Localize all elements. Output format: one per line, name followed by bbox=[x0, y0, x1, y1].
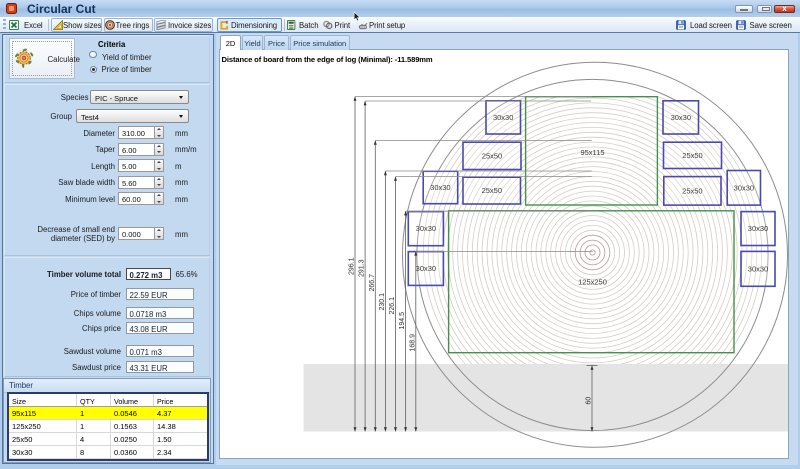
svg-text:30x30: 30x30 bbox=[416, 224, 436, 233]
svg-text:30x30: 30x30 bbox=[748, 224, 768, 233]
svg-text:25x50: 25x50 bbox=[482, 186, 502, 195]
svg-text:230.1: 230.1 bbox=[379, 293, 386, 311]
svg-text:30x30: 30x30 bbox=[416, 264, 436, 273]
svg-text:30x30: 30x30 bbox=[430, 183, 450, 192]
svg-text:296.1: 296.1 bbox=[349, 257, 356, 275]
svg-text:291.3: 291.3 bbox=[359, 259, 366, 277]
svg-text:266.7: 266.7 bbox=[369, 274, 376, 292]
svg-text:168.9: 168.9 bbox=[409, 334, 416, 352]
svg-text:25x50: 25x50 bbox=[482, 151, 502, 160]
svg-text:226.1: 226.1 bbox=[389, 297, 396, 315]
svg-text:30x30: 30x30 bbox=[493, 113, 513, 122]
svg-text:30x30: 30x30 bbox=[748, 264, 768, 273]
svg-text:25x50: 25x50 bbox=[682, 151, 702, 160]
svg-text:60: 60 bbox=[586, 397, 593, 405]
svg-text:125x250: 125x250 bbox=[578, 278, 607, 287]
svg-text:30x30: 30x30 bbox=[671, 113, 691, 122]
svg-text:194.5: 194.5 bbox=[399, 312, 406, 330]
svg-text:30x30: 30x30 bbox=[734, 183, 754, 192]
svg-text:25x50: 25x50 bbox=[682, 186, 702, 195]
svg-text:95x115: 95x115 bbox=[580, 148, 604, 157]
